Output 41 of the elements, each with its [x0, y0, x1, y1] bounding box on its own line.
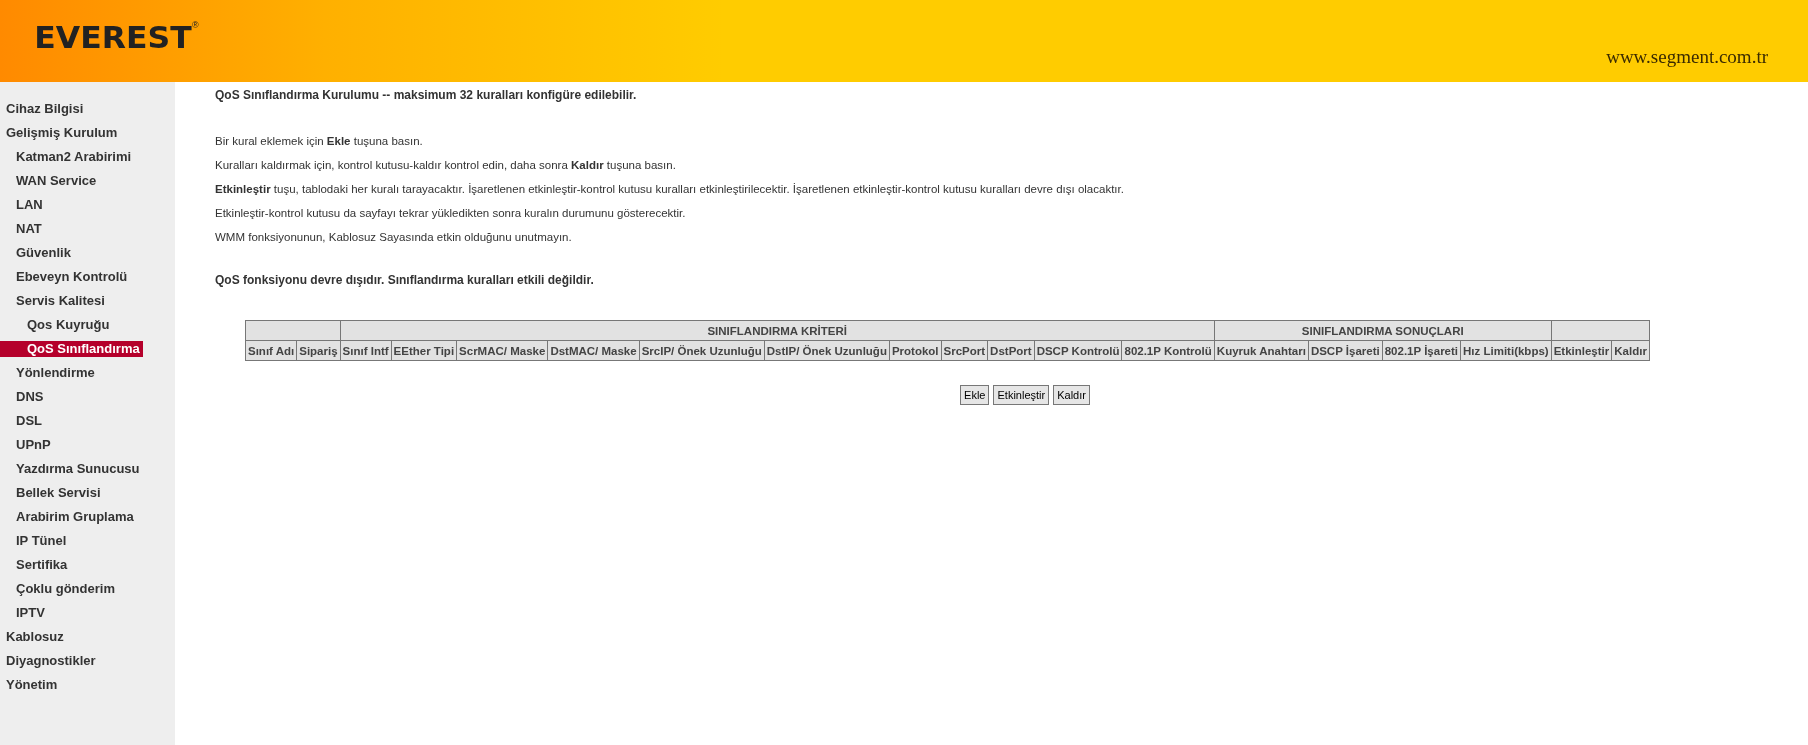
sidebar-item[interactable]: Diyagnostikler — [0, 649, 96, 673]
site-url: www.segment.com.tr — [1606, 46, 1768, 68]
brand-logo: EVEREST — [34, 20, 192, 55]
sidebar-item[interactable]: DSL — [0, 409, 42, 433]
sidebar-item[interactable]: NAT — [0, 217, 42, 241]
sidebar-item[interactable]: Yazdırma Sunucusu — [0, 457, 140, 481]
page-title: QoS Sınıflandırma Kurulumu -- maksimum 32 kuralları konfigüre edilebilir. — [215, 87, 638, 103]
sidebar-item[interactable]: WAN Service — [0, 169, 97, 193]
sidebar-item[interactable]: Servis Kalitesi — [0, 289, 105, 313]
group-header: SINIFLANDIRMA KRİTERİ — [340, 320, 1215, 341]
sidebar-item[interactable]: UPnP — [0, 433, 51, 457]
group-header: SINIFLANDIRMA SONUÇLARI — [1214, 320, 1552, 341]
action-button[interactable]: Etkinleştir — [993, 385, 1050, 405]
status-message: QoS fonksiyonu devre dışıdır. Sınıflandırma kuralları etkili değildir. — [215, 273, 595, 287]
sidebar-item[interactable]: Yönlendirme — [0, 361, 95, 385]
action-button[interactable]: Ekle — [960, 385, 990, 405]
sidebar-item[interactable]: IPTV — [0, 601, 45, 625]
sidebar-item[interactable]: Kablosuz — [0, 625, 64, 649]
sidebar-item[interactable]: Bellek Servisi — [0, 481, 101, 505]
sidebar-item[interactable]: Qos Kuyruğu — [0, 313, 110, 337]
instruction-text: Etkinleştir-kontrol kutusu da sayfayı tekrar yükledikten sonra kuralın durumunu gösterecektir. — [215, 206, 687, 221]
action-button[interactable]: Kaldır — [1053, 385, 1090, 405]
sidebar-item[interactable]: Arabirim Gruplama — [0, 505, 134, 529]
instruction-text: Etkinleştir tuşu, tablodaki her kuralı tarayacaktır. İşaretlenen etkinleştir-kontrol kutusu kuralları etkinleştirilecektir. İşaretlenen etkinleştir-kontrol kutusu kuralları devre dışı olacaktır. — [215, 182, 1125, 197]
registered-mark: ® — [191, 20, 199, 30]
sidebar-item[interactable]: Ebeveyn Kontrolü — [0, 265, 128, 289]
instruction-text: WMM fonksiyonunun, Kablosuz Sayasında etkin olduğunu unutmayın. — [215, 230, 573, 245]
sidebar-item[interactable]: Cihaz Bilgisi — [0, 97, 84, 121]
column-header: Sınıf Adı — [245, 340, 297, 361]
sidebar-item[interactable]: Çoklu gönderim — [0, 577, 115, 601]
sidebar-item[interactable]: Sertifika — [0, 553, 68, 577]
sidebar-item[interactable]: Katman2 Arabirimi — [0, 145, 132, 169]
instruction-text: Bir kural eklemek için Ekle tuşuna basın. — [215, 134, 424, 149]
sidebar-item[interactable]: DNS — [0, 385, 44, 409]
sidebar-item[interactable]: LAN — [0, 193, 43, 217]
sidebar-item[interactable]: IP Tünel — [0, 529, 67, 553]
sidebar-item[interactable]: Yönetim — [0, 673, 58, 697]
sidebar-item[interactable]: Güvenlik — [0, 241, 71, 265]
sidebar-item[interactable]: QoS Sınıflandırma — [0, 341, 143, 357]
instruction-text: Kuralları kaldırmak için, kontrol kutusu-kaldır kontrol edin, daha sonra Kaldır tuşuna basın. — [215, 158, 677, 173]
sidebar-item[interactable]: Gelişmiş Kurulum — [0, 121, 118, 145]
